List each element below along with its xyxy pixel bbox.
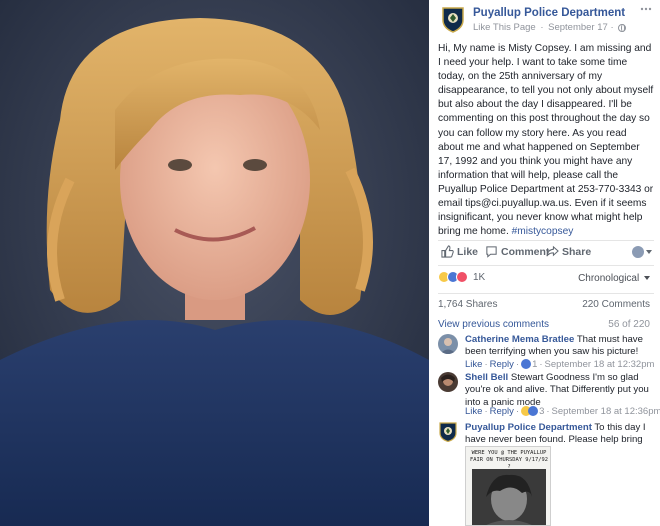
post-body-text: Hi, My name is Misty Copsey. I am missin…	[438, 43, 654, 238]
share-label: Share	[562, 245, 592, 258]
comment-reply-link[interactable]: Reply	[490, 406, 514, 417]
comment-icon	[486, 246, 497, 258]
comments-pager: View previous comments 56 of 220	[438, 318, 654, 332]
sort-chevron-icon	[644, 276, 650, 281]
shares-count[interactable]: 1,764 Shares	[438, 299, 498, 310]
reaction-icons[interactable]	[438, 271, 468, 283]
portrait-image	[0, 0, 429, 526]
clipping-photo	[472, 469, 546, 525]
comment-reaction-count[interactable]: 1	[532, 359, 537, 370]
like-reaction-icon	[521, 359, 532, 370]
comment-sort-dropdown[interactable]: Chronological	[578, 273, 650, 284]
page-name-link[interactable]: Puyallup Police Department	[473, 7, 625, 19]
comment-timestamp[interactable]: September 18 at 12:36pm	[552, 406, 660, 417]
globe-icon	[618, 23, 627, 32]
comment-author-link[interactable]: Catherine Mema Bratlee	[465, 334, 574, 345]
share-button[interactable]: Share	[546, 245, 591, 258]
reactions-row: 1K Chronological	[438, 268, 654, 288]
like-reaction-icon	[528, 406, 539, 417]
post-actions: Like Comment Share	[438, 240, 654, 266]
comment-reaction-count[interactable]: 3	[539, 406, 544, 417]
post-as-selector[interactable]	[632, 246, 652, 258]
comment-timestamp[interactable]: September 18 at 12:32pm	[545, 359, 655, 370]
police-badge-avatar[interactable]	[441, 6, 465, 33]
like-page-link[interactable]: Like This Page	[473, 22, 536, 33]
share-arrow-icon	[546, 245, 559, 257]
comment-like-link[interactable]: Like	[465, 359, 482, 370]
comment-item: Puyallup Police Department To this day I…	[438, 422, 654, 458]
love-reaction-icon	[456, 271, 468, 283]
comment-author-link[interactable]: Puyallup Police Department	[465, 422, 592, 433]
meta-separator: ·	[540, 22, 544, 33]
like-button[interactable]: Like	[441, 245, 478, 258]
commenter-avatar[interactable]	[438, 372, 458, 392]
comment-item: Catherine Mema Bratlee That must have be…	[438, 334, 654, 370]
comment-content: Catherine Mema Bratlee That must have be…	[465, 334, 653, 359]
post-header: Puyallup Police Department Like This Pag…	[441, 4, 654, 36]
post-photo[interactable]	[0, 0, 429, 526]
comment-meta: Like · Reply · 1 · September 18 at 12:32pm	[465, 359, 655, 370]
comments-position: 56 of 220	[608, 319, 650, 330]
comment-reply-link[interactable]: Reply	[490, 359, 514, 370]
meta-separator-2: ·	[610, 22, 614, 33]
post-message: Hi, My name is Misty Copsey. I am missin…	[438, 42, 654, 239]
comment-like-link[interactable]: Like	[465, 406, 482, 417]
engagement-counts: 1,764 Shares 220 Comments	[438, 293, 654, 311]
view-previous-comments-link[interactable]: View previous comments	[438, 319, 549, 330]
comment-item: Shell Bell Stewart Goodness I'm so glad …	[438, 372, 660, 420]
comments-count[interactable]: 220 Comments	[582, 299, 650, 310]
comment-content: Shell Bell Stewart Goodness I'm so glad …	[465, 372, 653, 409]
comment-meta: Like · Reply · 3 · September 18 at 12:36pm	[465, 406, 660, 417]
clipping-handwriting: WERE YOU @ THE PUYALLUP FAIR ON THURSDAY…	[470, 450, 548, 470]
post-date[interactable]: September 17	[548, 22, 608, 33]
reaction-count[interactable]: 1K	[473, 272, 485, 283]
chevron-down-icon	[646, 250, 652, 254]
more-options-icon[interactable]	[640, 6, 652, 12]
user-avatar	[632, 246, 644, 258]
like-label: Like	[457, 245, 479, 258]
post-panel: Puyallup Police Department Like This Pag…	[429, 0, 660, 526]
thumbs-up-icon	[441, 245, 454, 258]
comment-button[interactable]: Comment	[485, 245, 549, 258]
hashtag-link[interactable]: #mistycopsey	[512, 226, 574, 237]
commenter-avatar[interactable]	[438, 334, 458, 354]
comment-author-link[interactable]: Shell Bell	[465, 372, 508, 383]
comment-label: Comment	[501, 245, 550, 258]
post-meta: Like This Page · September 17 ·	[473, 22, 627, 33]
comment-attachment-image[interactable]: WERE YOU @ THE PUYALLUP FAIR ON THURSDAY…	[465, 446, 551, 526]
sort-label: Chronological	[578, 273, 640, 284]
police-badge-avatar[interactable]	[438, 422, 458, 442]
